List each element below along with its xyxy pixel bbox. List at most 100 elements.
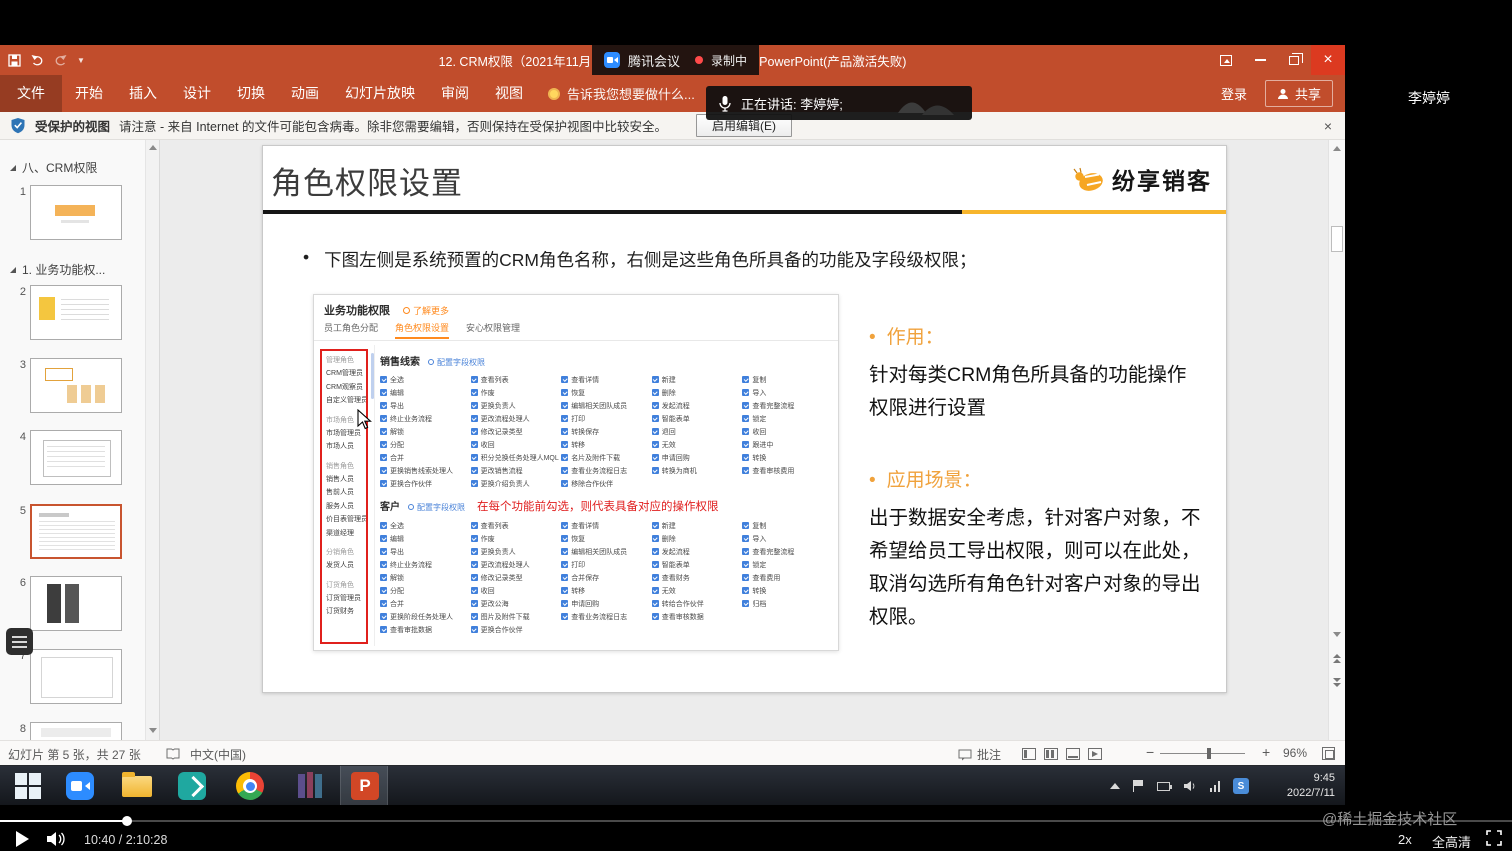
checkbox-checked-icon[interactable] (651, 415, 659, 422)
scroll-down-icon[interactable] (1333, 632, 1341, 637)
checkbox-checked-icon[interactable] (380, 480, 387, 487)
panel-scrollbar[interactable] (145, 140, 159, 740)
permission-item[interactable]: 更换负责人 (470, 545, 562, 558)
floating-tool-widget[interactable] (6, 628, 33, 655)
checkbox-checked-icon[interactable] (742, 454, 750, 461)
video-progress-track[interactable] (0, 820, 1512, 822)
checkbox-checked-icon[interactable] (561, 600, 569, 607)
action-center-flag-icon[interactable] (1132, 780, 1144, 792)
permission-item[interactable]: 编辑 (380, 386, 471, 399)
checkbox-checked-icon[interactable] (561, 467, 569, 474)
scroll-down-icon[interactable] (149, 728, 157, 733)
speaking-indicator-banner[interactable]: 正在讲话: 李婷婷; (706, 86, 972, 120)
checkbox-checked-icon[interactable] (561, 415, 569, 422)
checkbox-checked-icon[interactable] (651, 467, 659, 474)
close-button[interactable]: × (1311, 45, 1345, 75)
slide-thumbnail-5[interactable] (30, 504, 122, 559)
role-item[interactable]: CRM观察员 (326, 381, 364, 395)
checkbox-checked-icon[interactable] (651, 600, 659, 607)
quality-button[interactable]: 全高清 (1432, 832, 1471, 851)
scroll-up-icon[interactable] (149, 145, 157, 150)
permission-item[interactable]: 查看完整流程 (742, 399, 833, 412)
permission-item[interactable]: 退回 (651, 425, 743, 438)
permission-item[interactable]: 查看审核数据 (651, 610, 743, 623)
permission-item[interactable]: 打印 (561, 558, 652, 571)
permission-item[interactable]: 分配 (380, 584, 471, 597)
vertical-scrollbar[interactable] (1328, 140, 1345, 740)
permission-item[interactable]: 锁定 (742, 558, 833, 571)
permission-item[interactable]: 新建 (651, 373, 743, 386)
outline-section-2[interactable]: 1. 业务功能权... (10, 261, 105, 278)
permission-item[interactable]: 智能表单 (651, 558, 743, 571)
slide-thumbnail-6[interactable] (30, 576, 122, 631)
permission-item[interactable]: 锁定 (742, 412, 833, 425)
permission-item[interactable]: 转移 (561, 438, 652, 451)
checkbox-checked-icon[interactable] (380, 415, 387, 422)
checkbox-checked-icon[interactable] (380, 522, 387, 529)
checkbox-checked-icon[interactable] (561, 587, 569, 594)
checkbox-checked-icon[interactable] (651, 389, 659, 396)
speaker-icon[interactable] (1183, 780, 1197, 792)
role-item[interactable]: 销售人员 (326, 473, 364, 487)
configure-field-permission-link[interactable]: 配置字段权限 (428, 357, 485, 368)
permission-item[interactable]: 更换合作伙伴 (380, 477, 471, 490)
slideshow-view-icon[interactable] (1088, 748, 1102, 760)
checkbox-checked-icon[interactable] (651, 522, 659, 529)
permission-item[interactable]: 合并 (380, 597, 471, 610)
permission-item[interactable]: 作废 (470, 532, 562, 545)
checkbox-checked-icon[interactable] (742, 522, 750, 529)
checkbox-checked-icon[interactable] (380, 561, 387, 568)
permission-item[interactable]: 收回 (470, 584, 562, 597)
checkbox-checked-icon[interactable] (380, 613, 387, 620)
permission-item[interactable]: 编辑相关团队成员 (561, 399, 652, 412)
permission-item[interactable]: 名片及附件下载 (561, 451, 652, 464)
checkbox-checked-icon[interactable] (470, 402, 478, 409)
role-item[interactable]: 自定义管理员 (326, 394, 366, 408)
permission-item[interactable]: 作废 (470, 386, 562, 399)
permission-item[interactable]: 合并保存 (561, 571, 652, 584)
checkbox-checked-icon[interactable] (561, 402, 569, 409)
slide-thumbnail-4[interactable] (30, 430, 122, 485)
checkbox-checked-icon[interactable] (470, 467, 478, 474)
checkbox-checked-icon[interactable] (561, 376, 569, 383)
permission-item[interactable]: 移除合作伙伴 (561, 477, 652, 490)
meeting-recording-banner[interactable]: 腾讯会议 录制中 (592, 45, 760, 75)
permission-item[interactable]: 归档 (742, 597, 833, 610)
checkbox-checked-icon[interactable] (561, 428, 569, 435)
checkbox-checked-icon[interactable] (651, 587, 659, 594)
powerpoint-icon[interactable]: P (351, 772, 379, 800)
permission-item[interactable]: 查看列表 (470, 373, 562, 386)
permission-item[interactable]: 查看列表 (470, 519, 562, 532)
minimize-button[interactable] (1243, 45, 1277, 75)
checkbox-checked-icon[interactable] (380, 548, 387, 555)
role-item[interactable]: 订货管理员 (326, 592, 364, 606)
checkbox-checked-icon[interactable] (470, 587, 478, 594)
slide-thumbnail-2[interactable] (30, 285, 122, 340)
permission-item[interactable]: 发起流程 (651, 399, 743, 412)
video-progress-handle[interactable] (122, 816, 132, 826)
checkbox-checked-icon[interactable] (742, 389, 750, 396)
taskbar-meeting-app-icon[interactable] (66, 772, 94, 800)
fullscreen-icon[interactable] (1486, 830, 1502, 846)
permission-item[interactable]: 导入 (742, 386, 833, 399)
proofing-icon[interactable] (166, 747, 180, 763)
permission-item[interactable]: 更换销售线索处理人 (380, 464, 471, 477)
checkbox-checked-icon[interactable] (380, 587, 387, 594)
scrollbar-thumb[interactable] (1331, 226, 1343, 252)
checkbox-checked-icon[interactable] (561, 522, 569, 529)
checkbox-checked-icon[interactable] (380, 454, 387, 461)
permission-item[interactable]: 更改公海 (470, 597, 562, 610)
checkbox-checked-icon[interactable] (380, 574, 387, 581)
checkbox-checked-icon[interactable] (561, 535, 569, 542)
input-method-icon[interactable]: S (1233, 778, 1249, 794)
crm-tab-role-assign[interactable]: 员工角色分配 (324, 321, 378, 339)
taskbar-teal-app-icon[interactable] (178, 772, 206, 800)
permission-item[interactable]: 查看审批数据 (380, 623, 471, 636)
permission-item[interactable]: 解锁 (380, 571, 471, 584)
checkbox-checked-icon[interactable] (561, 574, 569, 581)
permission-item[interactable]: 收回 (470, 438, 562, 451)
zoom-slider-thumb[interactable] (1207, 748, 1211, 759)
tab-review[interactable]: 审阅 (428, 75, 482, 112)
slide-sorter-view-icon[interactable] (1044, 748, 1058, 760)
permission-item[interactable]: 更改流程处理人 (470, 558, 562, 571)
